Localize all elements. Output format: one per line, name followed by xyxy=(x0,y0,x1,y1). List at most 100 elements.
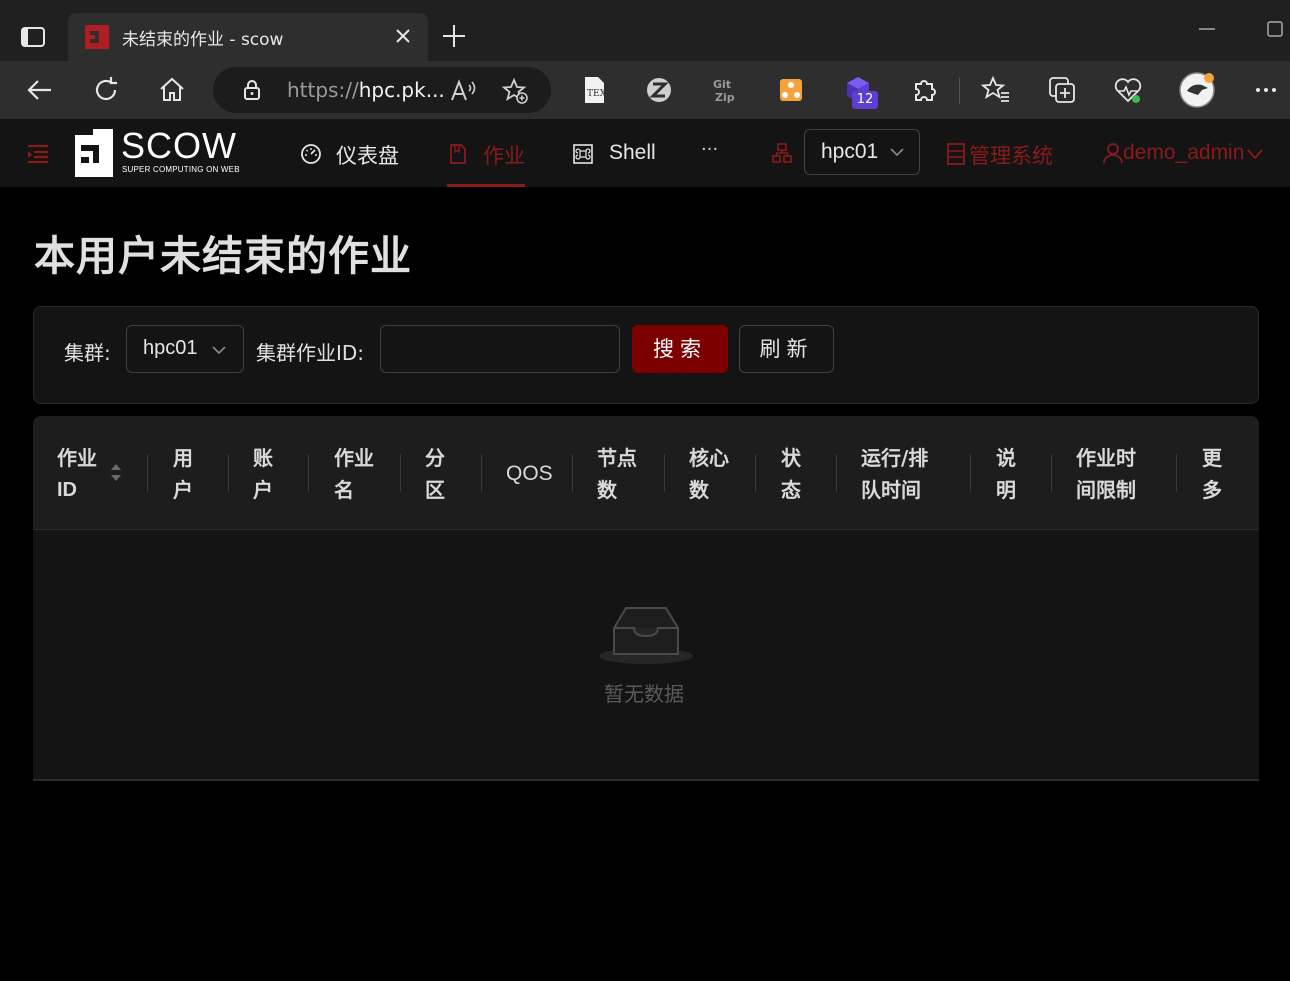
column-account-line1: 账 xyxy=(253,446,273,470)
column-user-line1: 用 xyxy=(173,446,193,470)
file-icon xyxy=(449,143,467,165)
refresh-button[interactable]: 刷新 xyxy=(739,325,834,373)
tab-actions-icon[interactable] xyxy=(18,22,48,52)
cluster-select[interactable]: hpc01 xyxy=(804,129,920,175)
column-divider xyxy=(664,454,665,492)
column-job-name: 作业名 xyxy=(334,442,374,506)
column-more-line2: 多 xyxy=(1202,478,1222,502)
column-partition-line2: 区 xyxy=(425,478,445,502)
dashboard-icon xyxy=(300,143,322,165)
sort-icon[interactable] xyxy=(109,462,123,484)
jobid-input[interactable] xyxy=(380,325,620,373)
column-time-limit-line1: 作业时 xyxy=(1076,446,1136,470)
gitzip-extension-icon[interactable]: Git Zip xyxy=(710,74,742,106)
address-bar[interactable]: https://hpc.pk... xyxy=(213,67,551,113)
read-aloud-icon[interactable] xyxy=(449,77,477,105)
search-button[interactable]: 搜索 xyxy=(632,325,728,373)
column-run-queue-time-line1: 运行/排 xyxy=(861,446,929,470)
chevron-down-icon xyxy=(889,146,905,158)
more-menu-icon[interactable] xyxy=(1250,74,1282,106)
svg-text:TEX: TEX xyxy=(587,89,607,99)
column-account: 账户 xyxy=(253,442,273,506)
cluster-select-value: hpc01 xyxy=(821,140,879,163)
column-cores: 核心数 xyxy=(689,442,729,506)
tree-extension-icon[interactable] xyxy=(775,74,807,106)
column-partition-line1: 分 xyxy=(425,446,445,470)
column-partition: 分区 xyxy=(425,442,445,506)
nav-more[interactable]: ··· xyxy=(701,139,718,160)
command-icon xyxy=(573,144,593,164)
browser-toolbar: https://hpc.pk... TEX Git Zip xyxy=(0,61,1290,119)
column-job-name-line1: 作业 xyxy=(334,446,374,470)
user-chevron-down-icon[interactable] xyxy=(1246,147,1264,161)
favorites-icon[interactable] xyxy=(980,74,1012,106)
column-run-queue-time-line2: 队时间 xyxy=(861,478,921,502)
back-icon[interactable] xyxy=(24,74,56,106)
maximize-icon[interactable] xyxy=(1266,20,1284,38)
nav-jobs[interactable]: 作业 xyxy=(483,140,525,170)
performance-icon[interactable] xyxy=(1112,74,1144,106)
column-divider xyxy=(572,454,573,492)
user-icon xyxy=(1103,142,1123,164)
table-bottom-border xyxy=(33,779,1259,781)
cluster-filter-select[interactable]: hpc01 xyxy=(126,325,244,373)
app-header: SCOW SUPER COMPUTING ON WEB 仪表盘 作业 Shell… xyxy=(0,119,1290,187)
filter-card: 集群: hpc01 集群作业ID: 搜索 刷新 xyxy=(33,306,1259,404)
profile-avatar[interactable] xyxy=(1178,71,1216,109)
admin-system-icon xyxy=(947,142,965,166)
nav-dashboard[interactable]: 仪表盘 xyxy=(336,140,399,170)
column-reason: 说明 xyxy=(996,442,1016,506)
column-qos: QOS xyxy=(506,462,553,485)
nav-active-indicator xyxy=(447,184,525,187)
cluster-icon xyxy=(772,143,792,163)
refresh-icon[interactable] xyxy=(90,74,122,106)
column-time-limit: 作业时 间限制 xyxy=(1076,442,1136,506)
url-text[interactable]: https://hpc.pk... xyxy=(287,78,445,102)
column-job-id[interactable]: 作业 ID xyxy=(57,442,97,506)
column-job-id-line1: 作业 xyxy=(57,446,97,470)
extension-badge: 12 xyxy=(852,91,878,109)
column-divider xyxy=(228,454,229,492)
add-favorite-icon[interactable] xyxy=(501,77,529,105)
new-tab-icon[interactable] xyxy=(440,22,468,50)
column-user-line2: 户 xyxy=(173,478,193,502)
svg-text:Zip: Zip xyxy=(715,91,735,104)
close-tab-icon[interactable] xyxy=(392,25,414,47)
column-divider xyxy=(147,454,148,492)
column-state-line1: 状 xyxy=(781,446,801,470)
column-time-limit-line2: 间限制 xyxy=(1076,478,1136,502)
column-divider xyxy=(755,454,756,492)
browser-tab[interactable]: 未结束的作业 - scow xyxy=(68,13,428,61)
column-run-queue-time: 运行/排队时间 xyxy=(861,442,928,506)
column-divider xyxy=(836,454,837,492)
extensions-icon[interactable] xyxy=(908,74,940,106)
column-divider xyxy=(1176,454,1177,492)
minimize-icon[interactable] xyxy=(1196,18,1218,40)
logo-subtitle: SUPER COMPUTING ON WEB xyxy=(122,165,240,174)
column-nodes-line2: 数 xyxy=(597,478,617,502)
column-cores-line1: 核心 xyxy=(689,446,729,470)
lock-icon[interactable] xyxy=(241,79,263,101)
jobs-table: 作业 ID 用户 账户 作业名 分区 QOS 节点数 核心数 状态 运行/排 队时间… xyxy=(33,416,1259,781)
jobid-filter-label: 集群作业ID: xyxy=(256,341,365,365)
tex-extension-icon[interactable]: TEX xyxy=(578,74,610,106)
column-cores-line2: 数 xyxy=(689,478,709,502)
url-host: hpc.pk... xyxy=(358,78,445,102)
table-header: 作业 ID 用户 账户 作业名 分区 QOS 节点数 核心数 状态 运行/排 队时间… xyxy=(33,416,1259,530)
scow-logo-icon[interactable] xyxy=(75,129,113,177)
zotero-extension-icon[interactable] xyxy=(643,74,675,106)
nav-shell[interactable]: Shell xyxy=(609,141,656,165)
svg-text:Git: Git xyxy=(713,78,731,91)
page-title: 本用户未结束的作业 xyxy=(34,232,412,280)
nav-admin-system[interactable]: 管理系统 xyxy=(969,140,1053,170)
menu-toggle-icon[interactable] xyxy=(26,143,50,165)
empty-state-text: 暂无数据 xyxy=(604,682,684,706)
column-divider xyxy=(1051,454,1052,492)
cluster-filter-value: hpc01 xyxy=(143,337,198,359)
browser-tab-bar: 未结束的作业 - scow xyxy=(0,0,1290,61)
nav-user[interactable]: demo_admin xyxy=(1123,141,1244,165)
collections-icon[interactable] xyxy=(1046,74,1078,106)
column-state-line2: 态 xyxy=(781,478,801,502)
column-divider xyxy=(481,454,482,492)
home-icon[interactable] xyxy=(156,74,188,106)
